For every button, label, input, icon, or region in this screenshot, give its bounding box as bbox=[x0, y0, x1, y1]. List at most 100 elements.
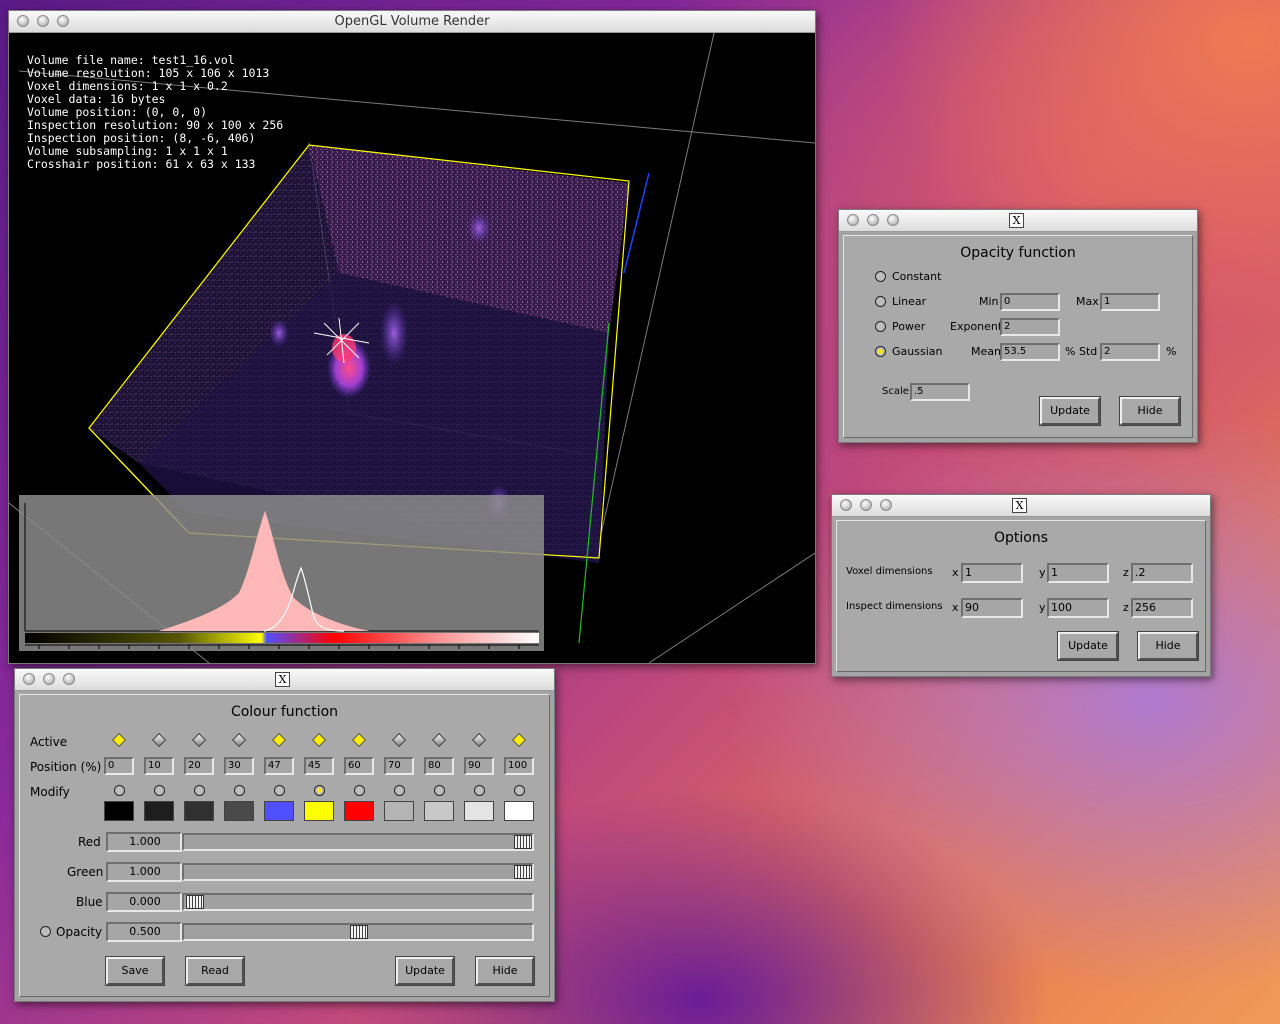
colour-window-titlebar[interactable]: X bbox=[15, 669, 554, 691]
blue-value[interactable]: 0.000 bbox=[106, 892, 182, 912]
colour-swatch[interactable] bbox=[304, 801, 334, 821]
modify-radio[interactable] bbox=[194, 785, 205, 796]
active-toggle-diamond[interactable] bbox=[151, 732, 167, 748]
modify-radio[interactable] bbox=[434, 785, 445, 796]
save-button[interactable]: Save bbox=[105, 956, 165, 986]
red-slider[interactable] bbox=[182, 833, 534, 851]
zoom-icon[interactable] bbox=[880, 499, 892, 511]
minimize-icon[interactable] bbox=[860, 499, 872, 511]
read-button[interactable]: Read bbox=[185, 956, 245, 986]
active-toggle-diamond[interactable] bbox=[391, 732, 407, 748]
opacity-window-titlebar[interactable]: X bbox=[839, 210, 1197, 232]
inspect-x-field[interactable]: 90 bbox=[961, 598, 1023, 618]
active-toggle-diamond[interactable] bbox=[311, 732, 327, 748]
radio-label: Power bbox=[892, 320, 926, 333]
position-field[interactable]: 80 bbox=[424, 757, 454, 775]
red-value[interactable]: 1.000 bbox=[106, 832, 182, 852]
colour-swatch[interactable] bbox=[144, 801, 174, 821]
modify-radio[interactable] bbox=[514, 785, 525, 796]
std-field[interactable]: 2 bbox=[1100, 343, 1160, 361]
inspect-y-field[interactable]: 100 bbox=[1047, 598, 1109, 618]
close-icon[interactable] bbox=[847, 214, 859, 226]
green-value[interactable]: 1.000 bbox=[106, 862, 182, 882]
position-field[interactable]: 30 bbox=[224, 757, 254, 775]
hide-button[interactable]: Hide bbox=[475, 956, 535, 986]
inspect-z-field[interactable]: 256 bbox=[1131, 598, 1193, 618]
position-field[interactable]: 10 bbox=[144, 757, 174, 775]
voxel-y-field[interactable]: 1 bbox=[1047, 563, 1109, 583]
green-label: Green bbox=[67, 865, 104, 879]
options-window-titlebar[interactable]: X bbox=[832, 495, 1210, 517]
max-field[interactable]: 1 bbox=[1100, 293, 1160, 311]
modify-radio[interactable] bbox=[234, 785, 245, 796]
colour-swatch[interactable] bbox=[384, 801, 414, 821]
opacity-slider[interactable] bbox=[182, 923, 534, 941]
close-icon[interactable] bbox=[840, 499, 852, 511]
radio-gaussian[interactable] bbox=[875, 346, 886, 357]
colour-swatch[interactable] bbox=[224, 801, 254, 821]
hide-button[interactable]: Hide bbox=[1137, 631, 1199, 661]
green-slider[interactable] bbox=[182, 863, 534, 881]
modify-radio[interactable] bbox=[394, 785, 405, 796]
mean-field[interactable]: 53.5 bbox=[1000, 343, 1060, 361]
zoom-icon[interactable] bbox=[63, 673, 75, 685]
green-slider-thumb[interactable] bbox=[514, 865, 532, 879]
radio-constant[interactable] bbox=[875, 271, 886, 282]
position-field[interactable]: 45 bbox=[304, 757, 334, 775]
colour-swatch[interactable] bbox=[464, 801, 494, 821]
position-field[interactable]: 100 bbox=[504, 757, 534, 775]
active-toggle-diamond[interactable] bbox=[231, 732, 247, 748]
scale-field[interactable]: .5 bbox=[910, 383, 970, 401]
x-label: x bbox=[952, 566, 959, 579]
opacity-toggle-radio[interactable] bbox=[40, 926, 51, 937]
update-button[interactable]: Update bbox=[395, 956, 455, 986]
position-field[interactable]: 20 bbox=[184, 757, 214, 775]
radio-label: Gaussian bbox=[892, 345, 943, 358]
radio-linear[interactable] bbox=[875, 296, 886, 307]
position-field[interactable]: 60 bbox=[344, 757, 374, 775]
active-toggle-diamond[interactable] bbox=[471, 732, 487, 748]
active-toggle-diamond[interactable] bbox=[191, 732, 207, 748]
active-toggle-diamond[interactable] bbox=[351, 732, 367, 748]
minimize-icon[interactable] bbox=[867, 214, 879, 226]
modify-radio[interactable] bbox=[154, 785, 165, 796]
opacity-value[interactable]: 0.500 bbox=[106, 922, 182, 942]
zoom-icon[interactable] bbox=[887, 214, 899, 226]
position-field[interactable]: 0 bbox=[104, 757, 134, 775]
x11-icon: X bbox=[1009, 213, 1024, 228]
hide-button[interactable]: Hide bbox=[1119, 396, 1181, 426]
z-label: z bbox=[1123, 566, 1129, 579]
position-field[interactable]: 47 bbox=[264, 757, 294, 775]
min-field[interactable]: 0 bbox=[1000, 293, 1060, 311]
minimize-icon[interactable] bbox=[43, 673, 55, 685]
red-slider-thumb[interactable] bbox=[514, 835, 532, 849]
voxel-z-field[interactable]: .2 bbox=[1131, 563, 1193, 583]
blue-slider[interactable] bbox=[182, 893, 534, 911]
active-toggle-diamond[interactable] bbox=[511, 732, 527, 748]
colour-swatch[interactable] bbox=[264, 801, 294, 821]
modify-radio[interactable] bbox=[314, 785, 325, 796]
colour-swatch[interactable] bbox=[344, 801, 374, 821]
opacity-slider-thumb[interactable] bbox=[350, 925, 368, 939]
colour-swatch[interactable] bbox=[184, 801, 214, 821]
position-field[interactable]: 90 bbox=[464, 757, 494, 775]
voxel-x-field[interactable]: 1 bbox=[961, 563, 1023, 583]
update-button[interactable]: Update bbox=[1039, 396, 1101, 426]
render-window-titlebar[interactable]: OpenGL Volume Render bbox=[9, 11, 815, 33]
modify-radio[interactable] bbox=[274, 785, 285, 796]
update-button[interactable]: Update bbox=[1057, 631, 1119, 661]
modify-radio[interactable] bbox=[114, 785, 125, 796]
active-toggle-diamond[interactable] bbox=[271, 732, 287, 748]
active-toggle-diamond[interactable] bbox=[431, 732, 447, 748]
modify-radio[interactable] bbox=[354, 785, 365, 796]
colour-swatch[interactable] bbox=[104, 801, 134, 821]
active-toggle-diamond[interactable] bbox=[111, 732, 127, 748]
modify-radio[interactable] bbox=[474, 785, 485, 796]
colour-swatch[interactable] bbox=[424, 801, 454, 821]
radio-power[interactable] bbox=[875, 321, 886, 332]
position-field[interactable]: 70 bbox=[384, 757, 414, 775]
blue-slider-thumb[interactable] bbox=[186, 895, 204, 909]
close-icon[interactable] bbox=[23, 673, 35, 685]
exponent-field[interactable]: 2 bbox=[1000, 318, 1060, 336]
colour-swatch[interactable] bbox=[504, 801, 534, 821]
